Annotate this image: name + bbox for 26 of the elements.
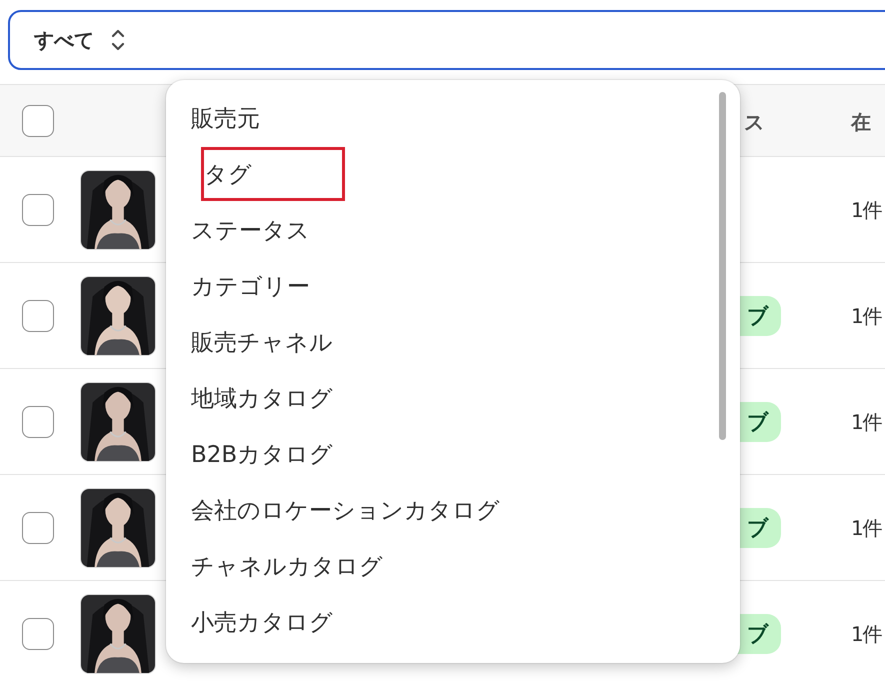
row-checkbox[interactable]	[22, 512, 54, 544]
menu-item[interactable]: カテゴリー	[191, 270, 310, 302]
menu-item[interactable]: 販売チャネル	[191, 326, 333, 358]
menu-item[interactable]: ステータス	[191, 214, 310, 246]
row-checkbox[interactable]	[22, 194, 54, 226]
menu-item[interactable]: 会社のロケーションカタログ	[191, 494, 500, 526]
select-all-checkbox[interactable]	[22, 104, 54, 136]
stock-count: 1件	[851, 303, 882, 330]
menu-item[interactable]: チャネルカタログ	[191, 550, 383, 582]
stock-count: 1件	[851, 409, 882, 436]
menu-item[interactable]: B2Bカタログ	[191, 438, 334, 470]
row-checkbox[interactable]	[22, 406, 54, 438]
column-header: 在	[851, 109, 871, 136]
menu-item[interactable]: タグ	[201, 147, 345, 201]
stock-count: 1件	[851, 515, 882, 542]
stock-count: 1件	[851, 621, 882, 648]
menu-item[interactable]: 販売元	[191, 102, 260, 134]
column-header: ス	[744, 109, 764, 136]
stock-count: 1件	[851, 197, 882, 224]
filter-value: すべて	[34, 26, 94, 54]
menu-item[interactable]: 地域カタログ	[191, 382, 333, 414]
menu-item[interactable]: 小売カタログ	[191, 606, 333, 638]
filter-select[interactable]: すべて	[8, 10, 885, 70]
row-checkbox[interactable]	[22, 300, 54, 332]
scrollbar[interactable]	[719, 92, 726, 440]
row-checkbox[interactable]	[22, 618, 54, 650]
